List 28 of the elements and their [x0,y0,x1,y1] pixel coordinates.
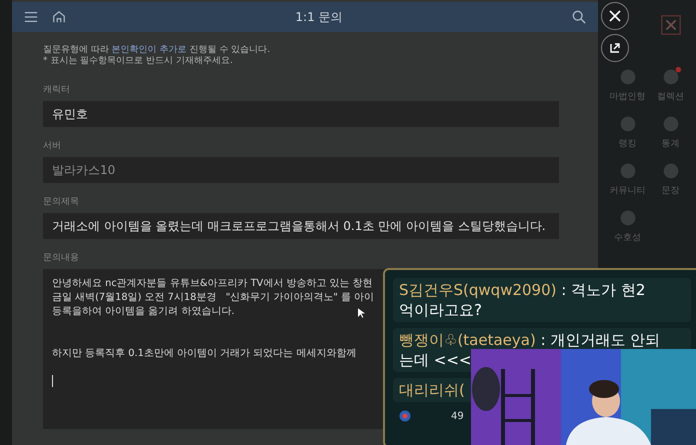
chat-text: 는데 <<< [399,350,472,370]
required-note: * 표시는 필수항목이므로 반드시 기재해주세요. [43,56,234,67]
menu-icon[interactable] [24,10,38,24]
minimize-icon [609,42,621,54]
viewer-count: 49 [451,410,464,422]
field-label: 문의제목 [43,196,80,208]
field-label: 문의내용 [43,252,80,264]
chat-text: 억이라고요? [399,300,482,320]
close-icon [609,10,621,22]
home-icon[interactable] [52,10,66,24]
logo-icon [399,410,411,422]
notice-text: 질문유형에 따라 본인확인이 추가로 진행될 수 있습니다. [43,45,272,56]
input-field[interactable]: 거래소에 아이템을 올렸는데 매크로프로그램을통해서 0.1초 만에 아이템을 스틸당했습니다. [43,213,559,239]
menu-item-label[interactable]: 마법인형 [610,90,646,103]
search-icon[interactable] [572,10,586,24]
window-title: 1:1 문의 [294,8,344,26]
mouse-cursor-icon [358,308,365,319]
close-icon[interactable] [660,14,682,36]
field-label: 캐릭터 [43,84,71,96]
chat-message: 대리리쉬( [399,380,465,400]
menu-item-label[interactable]: 랭킹 [618,137,636,150]
menu-item-label[interactable]: 문장 [662,184,680,197]
input-field[interactable]: 유민호 [43,101,559,127]
menu-item-label[interactable]: 커뮤니티 [610,184,646,197]
field-label: 서버 [43,140,62,152]
menu-item-label[interactable]: 컬렉션 [657,90,684,103]
menu-item-label[interactable]: 수호성 [614,231,641,244]
menu-item-label[interactable]: 통계 [662,137,680,150]
